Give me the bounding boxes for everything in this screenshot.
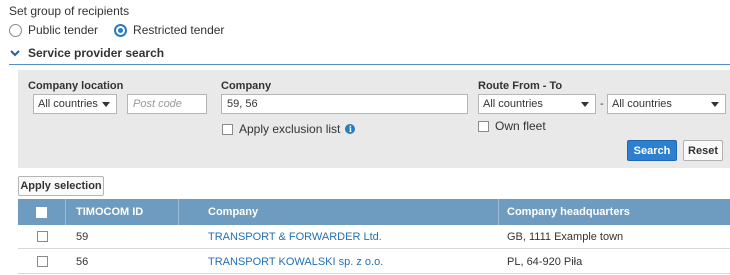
results-table-header: TIMOCOM ID Company Company headquarters bbox=[18, 199, 730, 225]
own-fleet-label: Own fleet bbox=[495, 119, 546, 133]
row-select-cell bbox=[18, 225, 66, 248]
info-icon[interactable]: i bbox=[345, 124, 356, 134]
row-select-cell bbox=[18, 250, 66, 273]
radio-checked-icon bbox=[114, 23, 128, 37]
apply-selection-button[interactable]: Apply selection bbox=[18, 176, 104, 196]
postcode-input[interactable]: Post code bbox=[127, 94, 207, 114]
route-to-value: All countries bbox=[612, 98, 672, 110]
table-row: 56 TRANSPORT KOWALSKI sp. z o.o. PL, 64-… bbox=[18, 250, 730, 274]
company-location-label: Company location bbox=[28, 80, 124, 92]
row-timocom-id: 59 bbox=[76, 230, 89, 243]
dropdown-caret-icon bbox=[711, 102, 719, 107]
route-from-select[interactable]: All countries bbox=[478, 94, 596, 114]
dropdown-caret-icon bbox=[581, 102, 589, 107]
column-header-timocom-id[interactable]: TIMOCOM ID bbox=[66, 199, 179, 225]
checkbox-box bbox=[222, 123, 233, 135]
route-label: Route From - To bbox=[478, 80, 563, 92]
recipients-radio-group: Public tender Restricted tender bbox=[9, 23, 240, 37]
route-separator: - bbox=[600, 98, 604, 110]
row-company-link[interactable]: TRANSPORT & FORWARDER Ltd. bbox=[179, 225, 499, 248]
row-checkbox[interactable] bbox=[36, 256, 48, 267]
restricted-tender-label: Restricted tender bbox=[133, 23, 225, 37]
reset-button[interactable]: Reset bbox=[683, 140, 723, 161]
column-header-company[interactable]: Company bbox=[179, 199, 499, 225]
restricted-tender-radio[interactable]: Restricted tender bbox=[114, 23, 224, 37]
apply-exclusion-checkbox[interactable]: Apply exclusion list i bbox=[222, 122, 356, 136]
service-provider-search-toggle[interactable]: Service provider search bbox=[9, 46, 164, 60]
checkbox-box bbox=[478, 120, 489, 132]
row-checkbox[interactable] bbox=[36, 231, 48, 242]
search-panel bbox=[18, 70, 730, 168]
company-location-select[interactable]: All countries bbox=[33, 94, 117, 114]
chevron-down-icon bbox=[10, 50, 20, 57]
company-input[interactable]: 59, 56 bbox=[221, 94, 468, 114]
apply-exclusion-label: Apply exclusion list bbox=[239, 122, 341, 136]
public-tender-label: Public tender bbox=[28, 23, 99, 37]
recipients-group-title: Set group of recipients bbox=[9, 4, 130, 18]
table-row: 59 TRANSPORT & FORWARDER Ltd. GB, 1111 E… bbox=[18, 225, 730, 249]
row-headquarters: GB, 1111 Example town bbox=[507, 230, 624, 243]
company-label: Company bbox=[221, 80, 272, 92]
row-headquarters: PL, 64-920 Piła bbox=[507, 255, 583, 268]
select-all-cell bbox=[18, 199, 66, 225]
column-header-headquarters[interactable]: Company headquarters bbox=[499, 199, 730, 225]
own-fleet-checkbox[interactable]: Own fleet bbox=[478, 119, 546, 133]
route-from-value: All countries bbox=[483, 98, 543, 110]
section-title: Service provider search bbox=[28, 46, 165, 60]
select-all-checkbox[interactable] bbox=[36, 206, 47, 218]
dropdown-caret-icon bbox=[102, 102, 110, 107]
company-location-value: All countries bbox=[38, 98, 98, 110]
row-company-link[interactable]: TRANSPORT KOWALSKI sp. z o.o. bbox=[179, 250, 499, 273]
route-to-select[interactable]: All countries bbox=[607, 94, 726, 114]
row-timocom-id: 56 bbox=[76, 255, 89, 268]
section-divider bbox=[9, 64, 730, 65]
public-tender-radio[interactable]: Public tender bbox=[9, 23, 98, 37]
search-button[interactable]: Search bbox=[627, 140, 677, 161]
radio-unchecked-icon bbox=[9, 23, 22, 37]
